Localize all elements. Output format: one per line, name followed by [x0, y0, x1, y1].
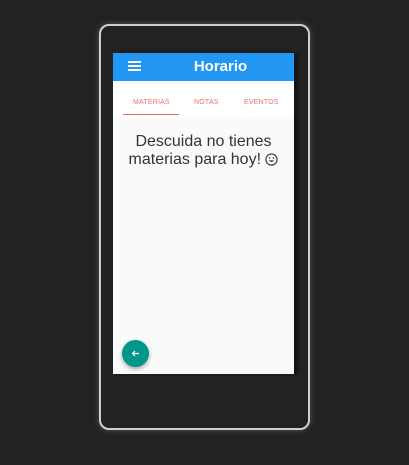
- arrow-left-icon: [131, 350, 139, 357]
- active-tab-indicator: [123, 114, 179, 115]
- back-fab-button[interactable]: [122, 340, 149, 367]
- app-bar: Horario: [113, 53, 294, 81]
- tab-notas[interactable]: NOTAS: [194, 99, 219, 106]
- empty-state-message: Descuida no tienes materias para hoy!: [113, 133, 294, 171]
- tab-eventos[interactable]: EVENTOS: [244, 99, 279, 106]
- empty-state-line-2-wrapper: materias para hoy!: [113, 151, 294, 171]
- smiley-face-icon: [265, 153, 279, 171]
- tab-materias[interactable]: MATERIAS: [133, 99, 170, 106]
- empty-state-line-2: materias para hoy!: [128, 151, 262, 168]
- app-screen: Horario MATERIAS NOTAS EVENTOS Descuida …: [113, 53, 294, 374]
- tab-bar: MATERIAS NOTAS EVENTOS: [113, 81, 294, 117]
- app-title: Horario: [193, 58, 248, 75]
- empty-state-line-1: Descuida no tienes: [135, 133, 272, 150]
